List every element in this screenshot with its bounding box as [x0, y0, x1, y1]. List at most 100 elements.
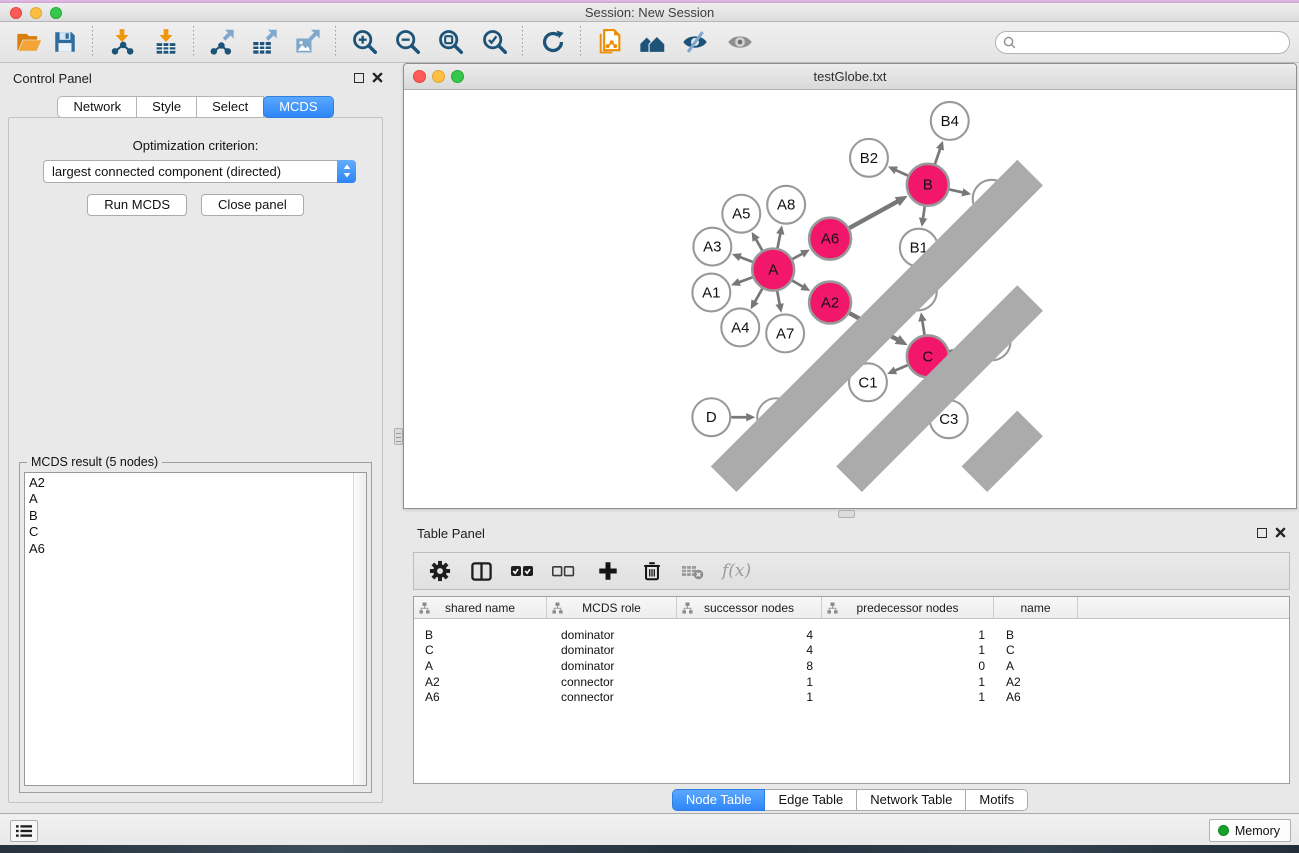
horizontal-splitter-grip[interactable]: [838, 510, 855, 518]
select-all-icon[interactable]: [510, 559, 534, 583]
show-all-icon[interactable]: [725, 27, 755, 57]
table-row-A2[interactable]: A2connector11A2: [414, 673, 1289, 689]
home-icon[interactable]: [637, 27, 667, 57]
run-mcds-button[interactable]: Run MCDS: [87, 194, 187, 216]
task-history-button[interactable]: [10, 820, 38, 842]
table-cell[interactable]: 1: [677, 689, 822, 705]
result-item-A6[interactable]: A6: [25, 541, 366, 557]
table-row-A[interactable]: Adominator80A: [414, 657, 1289, 673]
table-row-A6[interactable]: A6connector11A6: [414, 689, 1289, 705]
table-cell[interactable]: 4: [677, 626, 822, 642]
table-cell[interactable]: A2: [994, 673, 1078, 689]
table-cell[interactable]: B: [994, 626, 1078, 642]
delete-table-icon: [681, 559, 705, 583]
table-cell[interactable]: A6: [414, 689, 547, 705]
result-item-A[interactable]: A: [25, 491, 366, 507]
table-cell[interactable]: 1: [822, 626, 994, 642]
vertical-splitter-grip[interactable]: [394, 428, 403, 445]
zoom-fit-icon[interactable]: [436, 27, 466, 57]
tab-edge-table[interactable]: Edge Table: [765, 789, 857, 811]
close-panel-icon[interactable]: [372, 72, 383, 83]
delete-row-icon[interactable]: [640, 559, 664, 583]
table-cell[interactable]: B: [414, 626, 547, 642]
deselect-all-icon[interactable]: [551, 559, 575, 583]
table-settings-icon[interactable]: [428, 559, 452, 583]
table-cell[interactable]: 1: [822, 673, 994, 689]
tab-motifs[interactable]: Motifs: [966, 789, 1028, 811]
search-input[interactable]: [1020, 34, 1289, 52]
result-item-C[interactable]: C: [25, 524, 366, 540]
zoom-in-icon[interactable]: [350, 27, 380, 57]
table-cell[interactable]: 1: [822, 642, 994, 658]
close-table-panel-icon[interactable]: [1275, 527, 1286, 538]
table-cell[interactable]: connector: [547, 673, 677, 689]
table-cell[interactable]: connector: [547, 689, 677, 705]
tab-style[interactable]: Style: [137, 96, 197, 118]
add-row-icon[interactable]: [596, 559, 620, 583]
table-cell[interactable]: 1: [677, 673, 822, 689]
show-columns-icon[interactable]: [469, 559, 493, 583]
table-row-C[interactable]: Cdominator41C: [414, 642, 1289, 658]
network-canvas[interactable]: B4B2BB3A5A8A6B1A3AA1C2A2A4A7C4CC1C3DD1: [404, 90, 1296, 508]
tab-mcds[interactable]: MCDS: [263, 96, 333, 118]
table-cell[interactable]: 1: [822, 689, 994, 705]
tab-node-table[interactable]: Node Table: [672, 789, 766, 811]
tab-select[interactable]: Select: [197, 96, 264, 118]
memory-button[interactable]: Memory: [1209, 819, 1291, 842]
tab-network-table[interactable]: Network Table: [857, 789, 966, 811]
float-panel-icon[interactable]: [354, 73, 364, 83]
status-bar: Memory: [0, 813, 1299, 845]
refresh-icon[interactable]: [538, 27, 568, 57]
table-cell[interactable]: A2: [414, 673, 547, 689]
main-toolbar: [0, 22, 1299, 63]
close-panel-button[interactable]: Close panel: [201, 194, 304, 216]
optimization-criterion-select[interactable]: largest connected component (directed): [43, 160, 356, 183]
table-panel-title: Table Panel: [417, 526, 485, 541]
table-cell[interactable]: A: [414, 657, 547, 673]
column-header-name[interactable]: name: [994, 597, 1078, 618]
open-session-icon[interactable]: [14, 27, 44, 57]
table-body: Bdominator41BCdominator41CAdominator80AA…: [414, 619, 1289, 704]
float-table-panel-icon[interactable]: [1257, 528, 1267, 538]
save-session-icon[interactable]: [50, 27, 80, 57]
network-window-titlebar[interactable]: testGlobe.txt: [404, 64, 1296, 90]
result-scrollbar[interactable]: [353, 473, 366, 785]
table-cell[interactable]: 4: [677, 642, 822, 658]
table-cell[interactable]: A: [994, 657, 1078, 673]
mcds-result-title: MCDS result (5 nodes): [27, 455, 162, 469]
export-network-icon[interactable]: [207, 27, 237, 57]
resize-grip[interactable]: [404, 90, 1295, 507]
table-cell[interactable]: 0: [822, 657, 994, 673]
export-table-icon[interactable]: [250, 27, 280, 57]
window-title: Session: New Session: [0, 5, 1299, 20]
memory-status-dot: [1218, 825, 1229, 836]
table-cell[interactable]: C: [994, 642, 1078, 658]
column-header-shared-name[interactable]: shared name: [414, 597, 547, 618]
result-item-A2[interactable]: A2: [25, 475, 366, 491]
table-cell[interactable]: dominator: [547, 642, 677, 658]
export-image-icon[interactable]: [293, 27, 323, 57]
table-cell[interactable]: dominator: [547, 657, 677, 673]
dropdown-value: largest connected component (directed): [44, 164, 337, 179]
zoom-out-icon[interactable]: [393, 27, 423, 57]
control-panel-title: Control Panel: [13, 71, 92, 86]
table-row-B[interactable]: Bdominator41B: [414, 626, 1289, 642]
table-cell[interactable]: C: [414, 642, 547, 658]
table-panel: Table Panel: [403, 518, 1297, 813]
table-cell[interactable]: 8: [677, 657, 822, 673]
column-header-predecessor-nodes[interactable]: predecessor nodes: [822, 597, 994, 618]
mcds-panel: Optimization criterion: largest connecte…: [8, 117, 383, 803]
column-header-successor-nodes[interactable]: successor nodes: [677, 597, 822, 618]
list-icon: [16, 824, 32, 838]
tab-network[interactable]: Network: [57, 96, 137, 118]
import-table-icon[interactable]: [151, 27, 181, 57]
table-cell[interactable]: A6: [994, 689, 1078, 705]
result-item-B[interactable]: B: [25, 508, 366, 524]
zoom-selected-icon[interactable]: [480, 27, 510, 57]
new-network-file-icon[interactable]: [595, 27, 625, 57]
column-header-MCDS-role[interactable]: MCDS role: [547, 597, 677, 618]
table-cell[interactable]: dominator: [547, 626, 677, 642]
column-type-icon: [552, 602, 563, 614]
hide-selected-icon[interactable]: [680, 27, 710, 57]
import-network-icon[interactable]: [107, 27, 137, 57]
